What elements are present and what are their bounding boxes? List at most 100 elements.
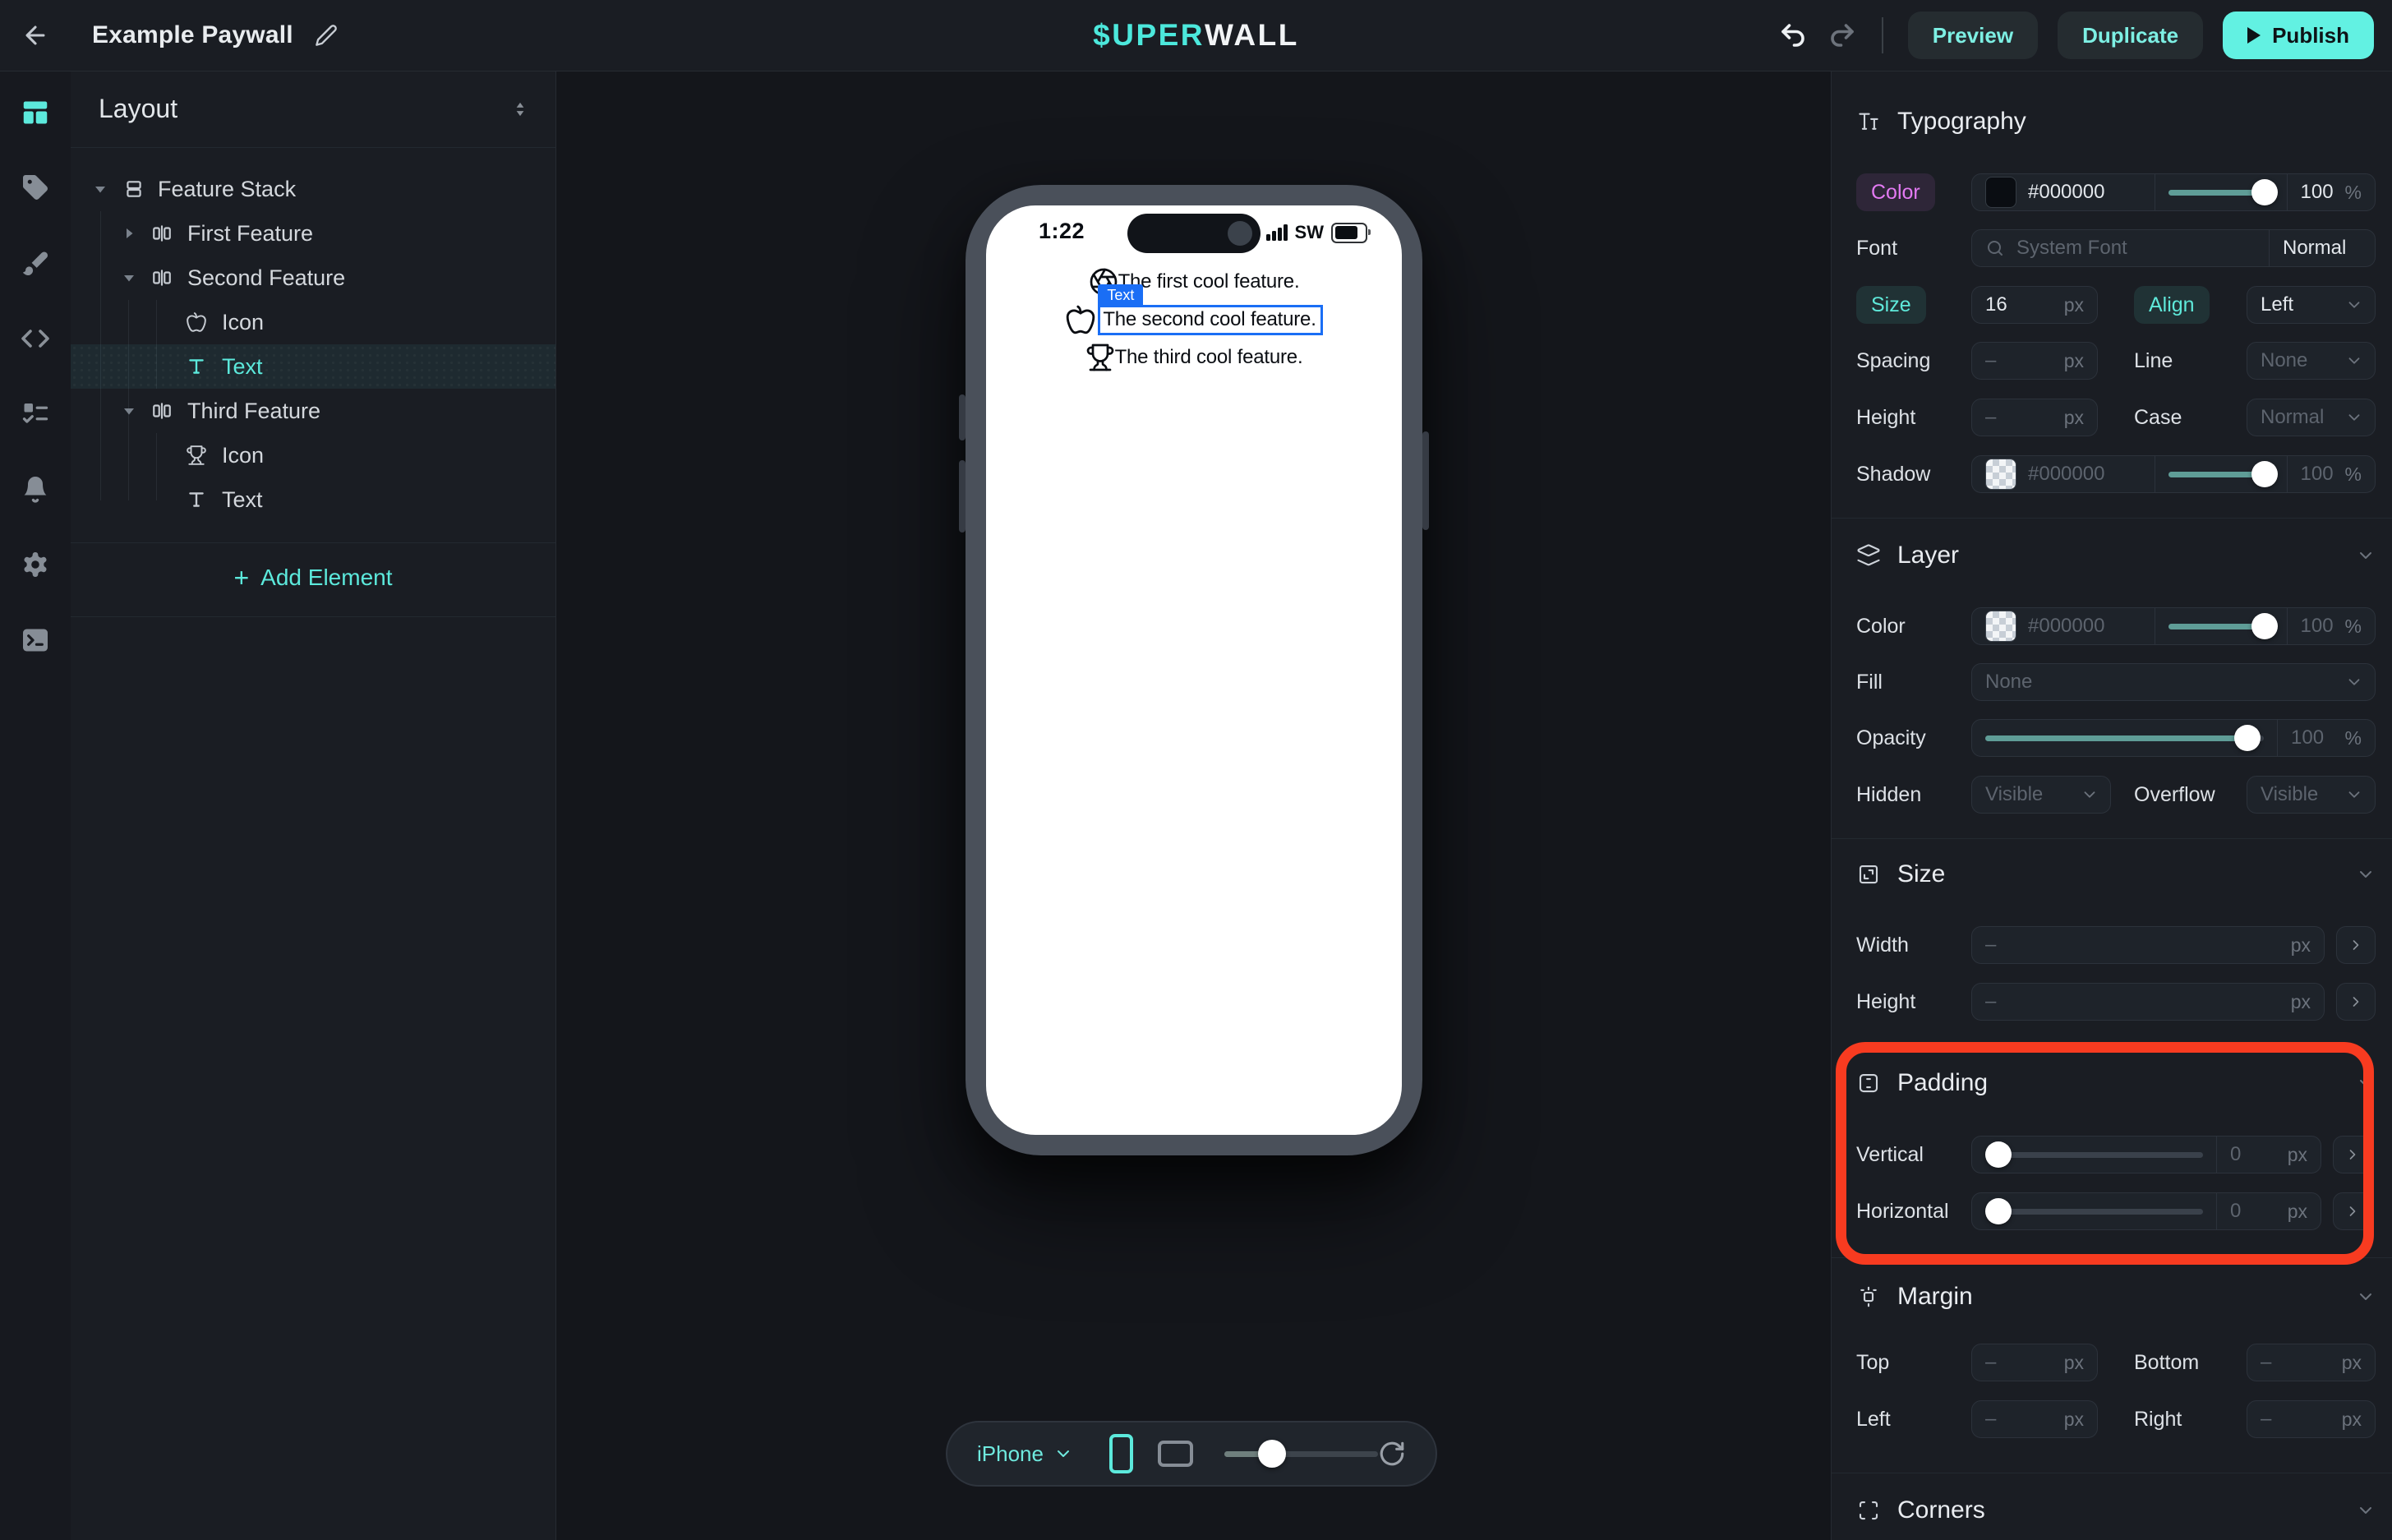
shadow-opacity-field[interactable]: 100% (2287, 456, 2376, 492)
feature-row-3[interactable]: The third cool feature. (1085, 342, 1303, 373)
width-expand-button[interactable] (2336, 926, 2376, 964)
overflow-select[interactable]: Visible (2247, 776, 2376, 814)
tree-item-second-feature[interactable]: Second Feature (71, 256, 555, 300)
portrait-toggle[interactable] (1109, 1434, 1133, 1473)
height-expand-button[interactable] (2336, 983, 2376, 1021)
tree-item-first-feature[interactable]: First Feature (71, 211, 555, 256)
undo-icon[interactable] (1778, 21, 1808, 50)
width-field[interactable]: –px (1971, 926, 2325, 964)
sidebar-item-notifications-bell[interactable] (12, 466, 58, 512)
slider-thumb[interactable] (2234, 725, 2261, 751)
layer-color-hex-field[interactable]: #000000 (1972, 608, 2155, 644)
sidebar-item-theme-brush[interactable] (12, 240, 58, 286)
collapse-chevron-icon[interactable] (2356, 1073, 2376, 1093)
tree-item-feature-stack[interactable]: Feature Stack (71, 167, 555, 211)
vertical-padding-expand-button[interactable] (2333, 1136, 2372, 1173)
fill-select[interactable]: None (1971, 663, 2376, 701)
color-swatch[interactable] (1985, 177, 2016, 208)
caret-down-icon[interactable] (90, 182, 111, 196)
tree-item-third-feature[interactable]: Third Feature (71, 389, 555, 433)
publish-button[interactable]: Publish (2223, 12, 2374, 59)
horizontal-padding-field[interactable]: 0px (2216, 1193, 2321, 1229)
color-hex-value[interactable]: #000000 (2028, 181, 2104, 204)
sidebar-item-code[interactable] (12, 316, 58, 362)
phone-screen[interactable]: 1:22 SW The first cool feature. Te (986, 205, 1402, 1135)
layer-color-opacity-field[interactable]: 100% (2287, 608, 2376, 644)
size-binding-pill[interactable]: Size (1856, 286, 1926, 324)
opacity-field[interactable]: 100% (2277, 720, 2375, 756)
duplicate-button[interactable]: Duplicate (2058, 12, 2203, 59)
slider-thumb[interactable] (1985, 1141, 2012, 1168)
sidebar-item-terminal[interactable] (12, 617, 58, 663)
horizontal-padding-expand-button[interactable] (2333, 1192, 2372, 1230)
margin-bottom-field[interactable]: –px (2247, 1344, 2376, 1381)
align-select[interactable]: Left (2247, 286, 2376, 324)
tree-item-text[interactable]: Text (71, 477, 555, 522)
collapse-chevron-icon[interactable] (2356, 1287, 2376, 1307)
feature-row-2[interactable]: Text The second cool feature. (1065, 304, 1322, 335)
back-button[interactable] (0, 0, 71, 71)
editor-canvas[interactable]: 1:22 SW The first cool feature. Te (555, 71, 1831, 1540)
tree-item-icon-apple[interactable]: Icon (71, 300, 555, 344)
margin-right-field[interactable]: –px (2247, 1400, 2376, 1438)
vertical-padding-label: Vertical (1856, 1143, 1971, 1167)
case-select[interactable]: Normal (2247, 399, 2376, 436)
refresh-icon[interactable] (1378, 1440, 1406, 1468)
slider-thumb[interactable] (2251, 613, 2278, 639)
align-binding-pill[interactable]: Align (2134, 286, 2210, 324)
edit-title-icon[interactable] (315, 24, 338, 47)
tree-item-text-selected[interactable]: Text (71, 344, 555, 389)
collapse-chevron-icon[interactable] (2356, 546, 2376, 565)
landscape-toggle[interactable] (1158, 1441, 1193, 1467)
selected-element-outline[interactable]: Text The second cool feature. (1098, 305, 1322, 335)
line-select[interactable]: None (2247, 342, 2376, 380)
layer-color-opacity-slider[interactable] (2155, 608, 2287, 644)
color-opacity-slider[interactable] (2155, 174, 2287, 210)
hidden-select[interactable]: Visible (1971, 776, 2111, 814)
caret-down-icon[interactable] (118, 403, 140, 418)
color-opacity-field[interactable]: 100% (2287, 174, 2376, 210)
collapse-chevron-icon[interactable] (2356, 865, 2376, 884)
hidden-label: Hidden (1856, 783, 1971, 807)
tree-item-icon-trophy[interactable]: Icon (71, 433, 555, 477)
shadow-opacity-slider[interactable] (2155, 456, 2287, 492)
color-binding-pill[interactable]: Color (1856, 173, 1935, 211)
sidebar-item-layout[interactable] (12, 90, 58, 136)
height-field[interactable]: –px (1971, 983, 2325, 1021)
device-selector[interactable]: iPhone (977, 1441, 1073, 1467)
layer-color-swatch[interactable] (1985, 611, 2016, 642)
shadow-hex-value[interactable]: #000000 (2028, 463, 2104, 486)
margin-left-field[interactable]: –px (1971, 1400, 2098, 1438)
preview-button[interactable]: Preview (1908, 12, 2038, 59)
zoom-slider[interactable] (1224, 1451, 1378, 1457)
feature-text[interactable]: The first cool feature. (1118, 270, 1300, 293)
opacity-slider[interactable] (1972, 720, 2277, 756)
sidebar-item-products-tag[interactable] (12, 164, 58, 210)
font-search-field[interactable]: System Font (1972, 230, 2269, 266)
slider-thumb[interactable] (1985, 1198, 2012, 1224)
color-hex-field[interactable]: #000000 (1972, 174, 2155, 210)
margin-top-field[interactable]: –px (1971, 1344, 2098, 1381)
redo-icon[interactable] (1827, 21, 1857, 50)
line-height-field[interactable]: –px (1971, 399, 2098, 436)
feature-text[interactable]: The second cool feature. (1103, 308, 1316, 330)
sort-layers-icon[interactable] (509, 99, 531, 120)
slider-thumb[interactable] (2251, 179, 2278, 205)
horizontal-padding-slider[interactable] (1972, 1193, 2216, 1229)
collapse-chevron-icon[interactable] (2356, 1501, 2376, 1520)
feature-text[interactable]: The third cool feature. (1115, 346, 1303, 369)
caret-down-icon[interactable] (118, 270, 140, 285)
zoom-slider-thumb[interactable] (1258, 1440, 1286, 1468)
letter-spacing-field[interactable]: –px (1971, 342, 2098, 380)
caret-right-icon[interactable] (118, 226, 140, 241)
sidebar-item-checklist[interactable] (12, 390, 58, 436)
add-element-button[interactable]: + Add Element (71, 554, 555, 602)
vertical-padding-slider[interactable] (1972, 1137, 2216, 1173)
font-weight-select[interactable]: Normal (2269, 230, 2375, 266)
font-size-field[interactable]: 16px (1971, 286, 2098, 324)
slider-thumb[interactable] (2251, 461, 2278, 487)
vertical-padding-field[interactable]: 0px (2216, 1137, 2321, 1173)
sidebar-item-settings-gear[interactable] (12, 542, 58, 588)
shadow-hex-field[interactable]: #000000 (1972, 456, 2155, 492)
shadow-swatch[interactable] (1985, 459, 2016, 490)
